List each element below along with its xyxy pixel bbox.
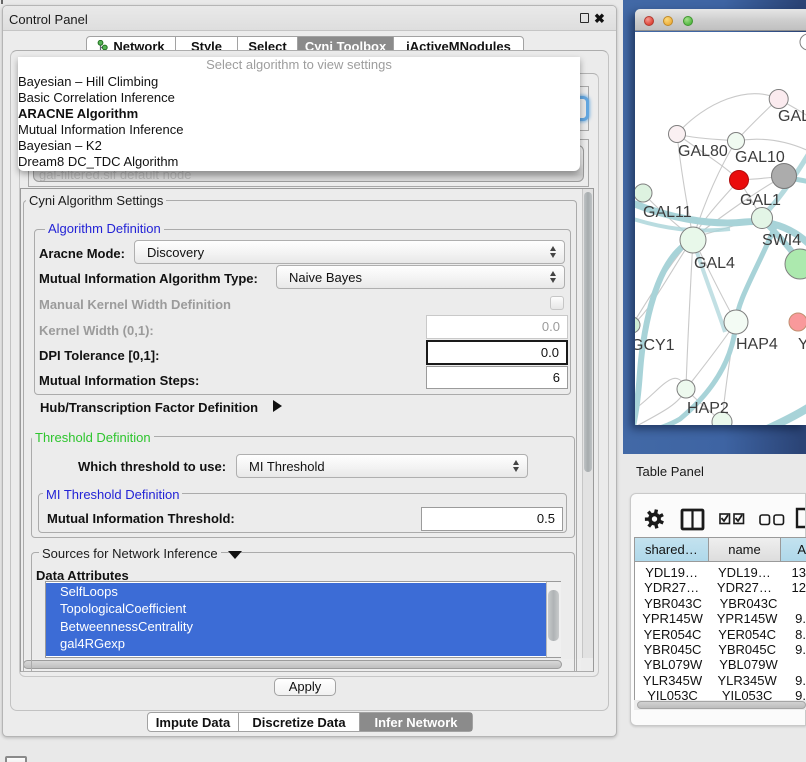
svg-text:GAL80: GAL80 [678,143,728,160]
svg-text:HAP2: HAP2 [687,400,729,417]
svg-text:GAL11: GAL11 [643,204,692,221]
svg-text:GAL4: GAL4 [694,255,735,272]
svg-text:GAL10: GAL10 [735,149,785,166]
svg-text:Y: Y [798,336,806,353]
svg-text:SWI4: SWI4 [762,232,801,249]
svg-text:GAL1: GAL1 [740,192,781,209]
svg-text:HAP4: HAP4 [736,336,778,353]
svg-text:GCY1: GCY1 [635,337,675,354]
svg-text:GAL7: GAL7 [778,108,806,125]
